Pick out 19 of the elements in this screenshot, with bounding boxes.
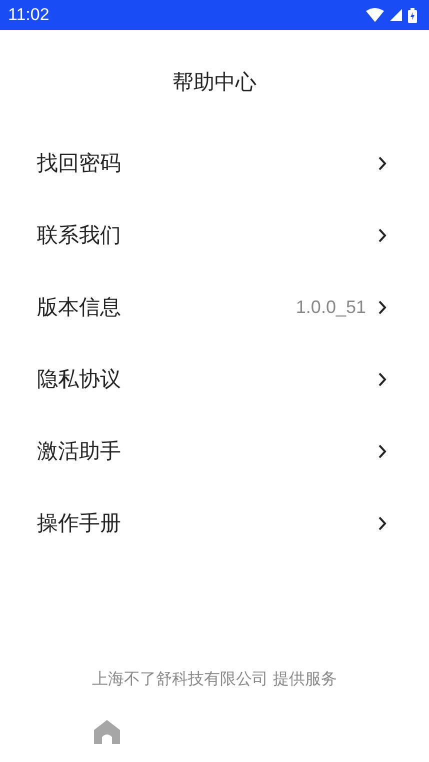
chevron-icon [378,516,387,530]
status-time: 11:02 [8,5,50,25]
chevron-icon [378,228,387,242]
menu-item[interactable]: 联系我们 [0,198,429,272]
chevron-icon [378,300,387,314]
page-title: 帮助中心 [172,69,258,96]
wifi-icon [366,8,384,22]
chevron-icon [378,372,387,386]
chevron-icon [378,156,387,170]
menu-item[interactable]: 版本信息 1.0.0_51 [0,270,429,344]
signal-icon [390,9,402,21]
chevron-icon [378,444,387,458]
home-icon[interactable] [94,720,120,744]
battery-icon [408,8,417,22]
menu-item[interactable]: 激活助手 [0,414,429,488]
menu-item[interactable]: 操作手册 [0,486,429,560]
menu-item[interactable]: 隐私协议 [0,342,429,416]
footer-text: 上海不了舒科技有限公司 提供服务 [90,669,338,690]
menu-item[interactable]: 找回密码 [0,126,429,200]
